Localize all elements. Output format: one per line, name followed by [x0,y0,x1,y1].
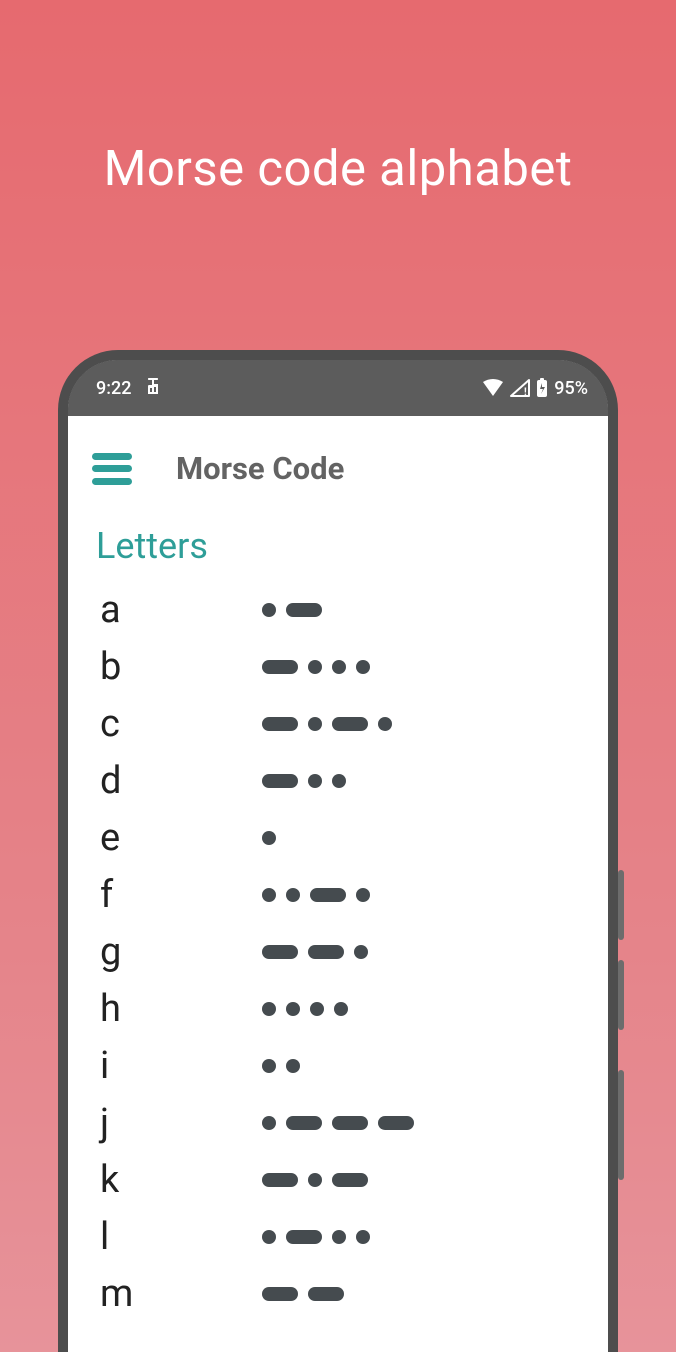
app-title: Morse Code [176,450,344,487]
dash-icon [262,945,298,959]
morse-code [262,774,346,788]
dash-icon [262,660,298,674]
dot-icon [262,1002,276,1016]
status-time: 9:22 [96,378,131,399]
dash-icon [262,1287,298,1301]
dot-icon [308,774,322,788]
dash-icon [310,888,346,902]
dash-icon [332,1116,368,1130]
list-item[interactable]: e [92,809,584,866]
list-item[interactable]: a [92,581,584,638]
dot-icon [262,1116,276,1130]
dot-icon [332,660,346,674]
letter-label: e [92,819,262,857]
battery-percent: 95% [554,378,588,399]
morse-code [262,1173,368,1187]
morse-code [262,1002,348,1016]
dot-icon [262,1230,276,1244]
letter-label: d [92,762,262,800]
app-content: Morse Code Letters abcdefghijklm [68,416,608,1352]
morse-code [262,717,392,731]
letter-label: k [92,1161,262,1199]
letter-label: h [92,990,262,1028]
letter-label: c [92,705,262,743]
morse-code [262,1287,344,1301]
dot-icon [308,1173,322,1187]
battery-icon [536,378,548,398]
morse-code [262,660,370,674]
letter-label: l [92,1218,262,1256]
dot-icon [354,945,368,959]
morse-code [262,1059,300,1073]
dot-icon [286,1059,300,1073]
list-item[interactable]: k [92,1151,584,1208]
promo-title: Morse code alphabet [0,140,676,197]
signal-icon: ! [510,379,530,397]
dash-icon [378,1116,414,1130]
dash-icon [262,774,298,788]
menu-icon[interactable] [92,453,132,485]
dot-icon [262,831,276,845]
morse-code [262,1230,370,1244]
dash-icon [308,945,344,959]
morse-code [262,945,368,959]
letter-label: b [92,648,262,686]
letter-label: g [92,933,262,971]
svg-text:!: ! [524,387,527,397]
morse-code [262,888,370,902]
dot-icon [262,888,276,902]
dot-icon [286,888,300,902]
letter-label: f [92,876,262,914]
dash-icon [308,1287,344,1301]
morse-code [262,1116,414,1130]
list-item[interactable]: b [92,638,584,695]
list-item[interactable]: f [92,866,584,923]
letter-label: a [92,591,262,629]
dash-icon [286,1230,322,1244]
dot-icon [378,717,392,731]
section-title-letters: Letters [96,525,584,567]
morse-list[interactable]: abcdefghijklm [92,581,584,1322]
letter-label: j [92,1104,262,1142]
dot-icon [356,1230,370,1244]
list-item[interactable]: i [92,1037,584,1094]
dot-icon [356,660,370,674]
list-item[interactable]: d [92,752,584,809]
wifi-icon [482,379,504,397]
list-item[interactable]: h [92,980,584,1037]
dot-icon [262,1059,276,1073]
dot-icon [310,1002,324,1016]
letter-label: i [92,1047,262,1085]
dot-icon [356,888,370,902]
list-item[interactable]: g [92,923,584,980]
dash-icon [262,717,298,731]
list-item[interactable]: l [92,1208,584,1265]
list-item[interactable]: c [92,695,584,752]
dash-icon [262,1173,298,1187]
dash-icon [332,717,368,731]
app-header: Morse Code [92,450,584,487]
dot-icon [262,603,276,617]
dot-icon [334,1002,348,1016]
dash-icon [332,1173,368,1187]
dot-icon [332,1230,346,1244]
dash-icon [286,1116,322,1130]
dot-icon [286,1002,300,1016]
letter-label: m [92,1275,262,1313]
dash-icon [286,603,322,617]
morse-code [262,603,322,617]
morse-code [262,831,276,845]
dot-icon [308,660,322,674]
list-item[interactable]: m [92,1265,584,1322]
dot-icon [332,774,346,788]
list-item[interactable]: j [92,1094,584,1151]
status-app-icon [145,377,161,400]
dot-icon [308,717,322,731]
status-bar: 9:22 ! [68,360,608,416]
phone-mock: 9:22 ! [58,350,618,1352]
